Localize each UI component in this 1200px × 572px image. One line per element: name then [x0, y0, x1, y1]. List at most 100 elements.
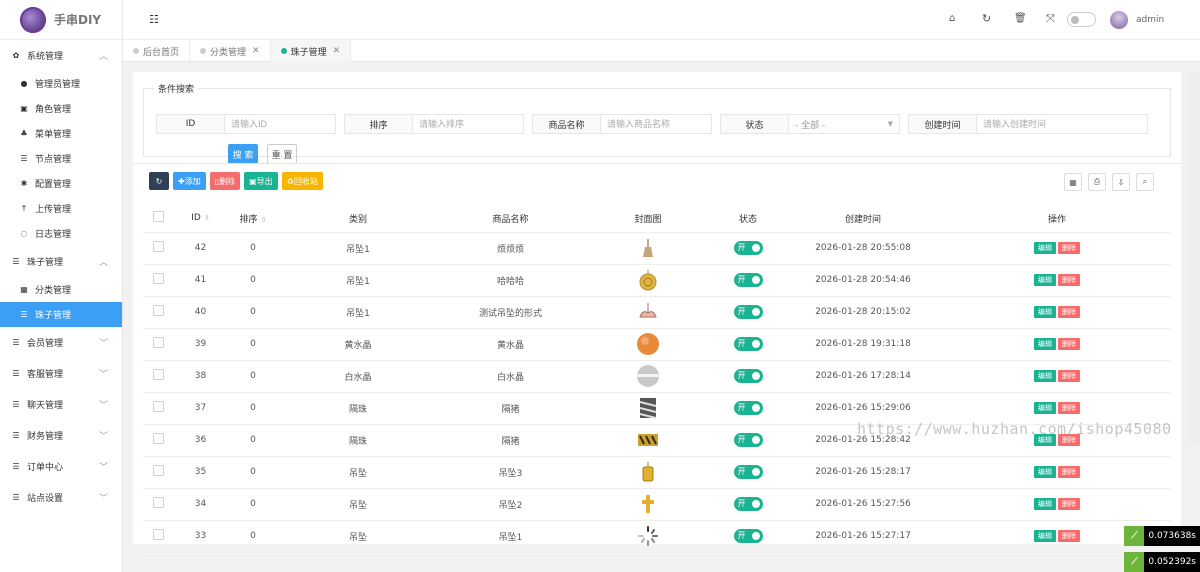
cell-cover[interactable]	[583, 328, 713, 361]
row-select[interactable]	[143, 264, 173, 297]
row-select[interactable]	[143, 328, 173, 361]
status-toggle[interactable]: 开	[733, 305, 763, 319]
sidebar-item-beads[interactable]: ☰ 珠子管理	[0, 302, 122, 327]
theme-toggle[interactable]	[1067, 12, 1096, 27]
cell-cover[interactable]	[583, 392, 713, 425]
reset-button[interactable]: 重 置	[267, 144, 297, 164]
checkbox[interactable]	[152, 337, 164, 348]
delete-row-button[interactable]: 删除	[1058, 466, 1080, 478]
cover-image[interactable]	[637, 462, 659, 482]
checkbox[interactable]	[152, 401, 164, 412]
tab-category[interactable]: 分类管理 ✕	[190, 40, 271, 62]
sidebar-group-order[interactable]: ☰ 订单中心 ﹀	[0, 451, 122, 482]
cover-image[interactable]	[637, 526, 659, 546]
sidebar-group-site[interactable]: ☰ 站点设置 ﹀	[0, 482, 122, 513]
scrollbar[interactable]	[1188, 72, 1200, 444]
close-icon[interactable]: ✕	[333, 46, 341, 56]
id-input[interactable]	[225, 115, 335, 133]
sidebar-group-system[interactable]: ✿ 系统管理 ︿	[0, 40, 122, 71]
sidebar-item-node[interactable]: ☰ 节点管理	[0, 146, 122, 171]
status-toggle[interactable]: 开	[733, 241, 763, 255]
delete-row-button[interactable]: 删除	[1058, 402, 1080, 414]
avatar[interactable]	[1110, 11, 1128, 29]
cell-cover[interactable]	[583, 296, 713, 329]
add-button[interactable]: ✚ 添加	[173, 172, 206, 190]
edit-button[interactable]: 编辑	[1034, 402, 1056, 414]
sidebar-item-admin[interactable]: ● 管理员管理	[0, 71, 122, 96]
delete-row-button[interactable]: 删除	[1058, 370, 1080, 382]
status-toggle[interactable]: 开	[733, 273, 763, 287]
edit-button[interactable]: 编辑	[1034, 274, 1056, 286]
cover-image[interactable]	[637, 303, 659, 318]
sort-icon[interactable]: ⇳	[261, 216, 267, 224]
edit-button[interactable]: 编辑	[1034, 498, 1056, 510]
close-icon[interactable]: ✕	[252, 46, 260, 56]
menu-toggle-icon[interactable]: ☷	[149, 13, 159, 26]
sidebar-item-role[interactable]: ▣ 角色管理	[0, 96, 122, 121]
row-select[interactable]	[143, 424, 173, 457]
search-icon[interactable]: ⌕	[1136, 173, 1154, 191]
status-select[interactable]: - 全部 - ▼	[789, 115, 899, 133]
edit-button[interactable]: 编辑	[1034, 466, 1056, 478]
edit-button[interactable]: 编辑	[1034, 530, 1056, 542]
username[interactable]: admin	[1136, 15, 1164, 25]
sidebar-item-menu[interactable]: ♣ 菜单管理	[0, 121, 122, 146]
col-id[interactable]: ID ⇳	[173, 205, 228, 233]
delete-row-button[interactable]: 删除	[1058, 338, 1080, 350]
checkbox[interactable]	[152, 529, 164, 540]
home-icon[interactable]: ⌂	[949, 13, 955, 24]
sidebar-item-log[interactable]: ◌ 日志管理	[0, 221, 122, 246]
sort-icon[interactable]: ⇳	[204, 214, 210, 222]
columns-icon[interactable]: ▦	[1064, 173, 1082, 191]
checkbox[interactable]	[152, 273, 164, 284]
checkbox[interactable]	[152, 241, 164, 252]
row-select[interactable]	[143, 392, 173, 425]
cover-image[interactable]	[637, 495, 659, 513]
sort-input[interactable]	[413, 115, 523, 133]
row-select[interactable]	[143, 488, 173, 521]
export-button[interactable]: ▣ 导出	[244, 172, 278, 190]
sidebar-group-chat[interactable]: ☰ 聊天管理 ﹀	[0, 389, 122, 420]
cover-image[interactable]	[637, 365, 659, 387]
cell-cover[interactable]	[583, 520, 713, 553]
delete-row-button[interactable]: 删除	[1058, 498, 1080, 510]
cell-cover[interactable]	[583, 488, 713, 521]
checkbox[interactable]	[152, 433, 164, 444]
row-select[interactable]	[143, 456, 173, 489]
time-input[interactable]	[977, 115, 1147, 133]
sidebar-item-config[interactable]: ✱ 配置管理	[0, 171, 122, 196]
sidebar-item-category[interactable]: ▦ 分类管理	[0, 277, 122, 302]
edit-button[interactable]: 编辑	[1034, 306, 1056, 318]
status-toggle[interactable]: 开	[733, 337, 763, 351]
app-logo[interactable]: 手串DIY	[0, 0, 122, 40]
refresh-icon[interactable]: ↻	[982, 12, 991, 25]
checkbox[interactable]	[152, 369, 164, 380]
row-select[interactable]	[143, 232, 173, 265]
refresh-button[interactable]: ↻	[149, 172, 169, 190]
sidebar-group-beads[interactable]: ☰ 珠子管理 ︿	[0, 246, 122, 277]
cell-cover[interactable]	[583, 360, 713, 393]
row-select[interactable]	[143, 360, 173, 393]
sidebar-group-finance[interactable]: ☰ 财务管理 ﹀	[0, 420, 122, 451]
col-sort[interactable]: 排序 ⇳	[228, 205, 278, 233]
delete-button[interactable]: ▯ 删除	[209, 172, 241, 190]
checkbox[interactable]	[152, 305, 164, 316]
export-icon[interactable]: ⇩	[1112, 173, 1130, 191]
delete-row-button[interactable]: 删除	[1058, 306, 1080, 318]
status-toggle[interactable]: 开	[733, 401, 763, 415]
status-toggle[interactable]: 开	[733, 497, 763, 511]
cover-image[interactable]	[637, 239, 659, 257]
row-select[interactable]	[143, 520, 173, 553]
sidebar-group-service[interactable]: ☰ 客服管理 ﹀	[0, 358, 122, 389]
status-toggle[interactable]: 开	[733, 465, 763, 479]
status-toggle[interactable]: 开	[733, 529, 763, 543]
cell-cover[interactable]	[583, 456, 713, 489]
fullscreen-icon[interactable]: ⤧	[1046, 12, 1055, 26]
tab-beads[interactable]: 珠子管理 ✕	[270, 40, 352, 62]
edit-button[interactable]: 编辑	[1034, 338, 1056, 350]
checkbox[interactable]	[152, 211, 164, 223]
delete-row-button[interactable]: 删除	[1058, 530, 1080, 542]
cell-cover[interactable]	[583, 232, 713, 265]
cell-cover[interactable]	[583, 264, 713, 297]
row-select[interactable]	[143, 296, 173, 329]
